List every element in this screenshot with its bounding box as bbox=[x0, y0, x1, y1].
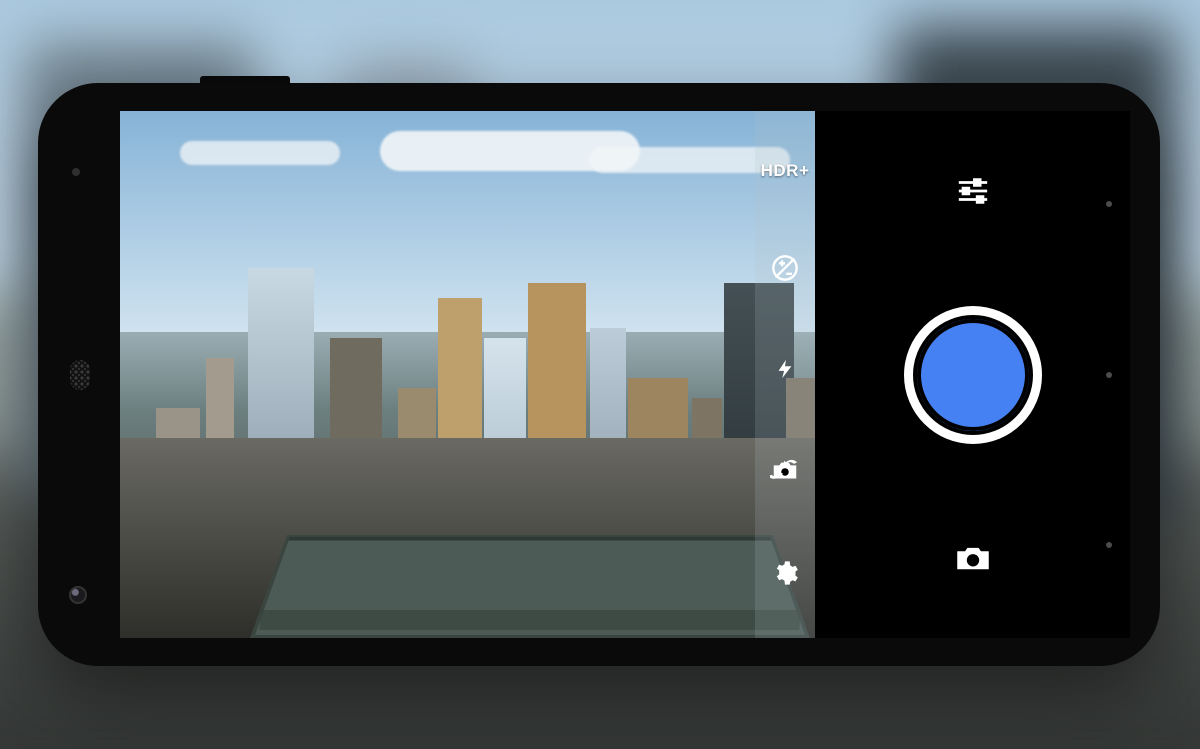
device-frame: HDR+ bbox=[38, 83, 1160, 666]
flash-icon[interactable] bbox=[770, 354, 800, 384]
nav-dot bbox=[1106, 542, 1112, 548]
hdr-toggle[interactable]: HDR+ bbox=[761, 161, 810, 181]
device-front-camera bbox=[69, 586, 87, 604]
sliders-icon[interactable] bbox=[953, 171, 993, 211]
exposure-icon[interactable] bbox=[770, 253, 800, 283]
camera-viewfinder[interactable]: HDR+ bbox=[120, 111, 815, 638]
device-led bbox=[72, 168, 80, 176]
camera-mode-icon[interactable] bbox=[953, 538, 993, 578]
nav-dot bbox=[1106, 201, 1112, 207]
device-speaker-grill bbox=[70, 360, 90, 390]
screen: HDR+ bbox=[120, 111, 1130, 638]
shutter-button-inner bbox=[913, 315, 1033, 435]
viewfinder-options-column: HDR+ bbox=[755, 111, 815, 638]
shutter-button[interactable] bbox=[904, 306, 1042, 444]
camera-sidebar bbox=[815, 111, 1130, 638]
switch-camera-icon[interactable] bbox=[770, 456, 800, 486]
stage: HDR+ bbox=[0, 0, 1200, 749]
settings-icon[interactable] bbox=[770, 558, 800, 588]
nav-dot bbox=[1106, 372, 1112, 378]
